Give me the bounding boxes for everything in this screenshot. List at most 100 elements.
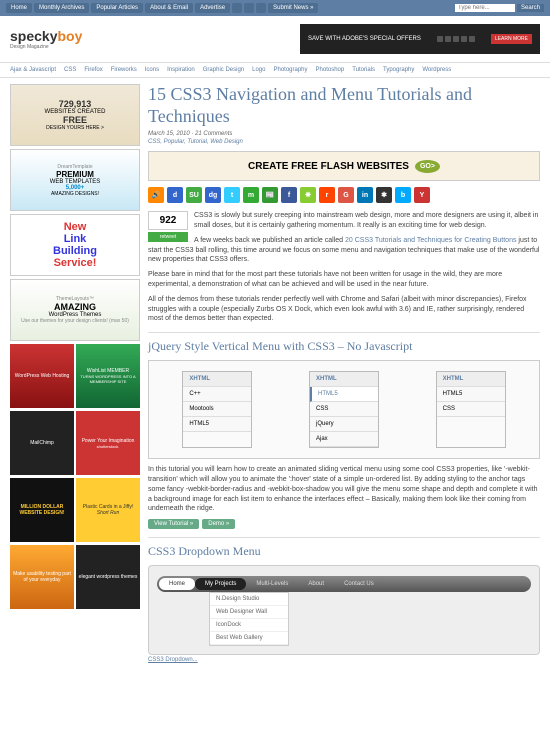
- dd-sub-3[interactable]: Best Web Gallery: [210, 632, 288, 645]
- demo-btn[interactable]: Demo »: [202, 519, 235, 529]
- ad-million[interactable]: MILLION DOLLAR WEBSITE DESIGN!: [10, 478, 74, 542]
- ad-amz-t1: AMAZING: [54, 302, 96, 312]
- nav-photoshop[interactable]: Photoshop: [316, 67, 345, 73]
- vm2-1[interactable]: HTML5: [310, 387, 378, 402]
- vm3-2[interactable]: CSS: [437, 402, 505, 417]
- topnav-popular[interactable]: Popular Articles: [91, 3, 143, 13]
- ad-mailchimp[interactable]: MailChimp: [10, 411, 74, 475]
- vm2-2[interactable]: CSS: [310, 402, 378, 417]
- ad-linkbuild[interactable]: New Link Building Service!: [10, 214, 140, 276]
- share-icon-8[interactable]: ❋: [300, 187, 316, 203]
- nav-graphic[interactable]: Graphic Design: [203, 67, 244, 73]
- ad-link-t1: New: [64, 221, 87, 233]
- nav-icons[interactable]: Icons: [145, 67, 159, 73]
- dd-sub-2[interactable]: IconDock: [210, 619, 288, 632]
- nav-wordpress[interactable]: Wordpress: [422, 67, 451, 73]
- share-icon-10[interactable]: G: [338, 187, 354, 203]
- flash-go: GO>: [415, 160, 440, 173]
- nav-typo[interactable]: Typography: [383, 67, 414, 73]
- h2-jquery: jQuery Style Vertical Menu with CSS3 – N…: [148, 332, 540, 354]
- nav-fireworks[interactable]: Fireworks: [111, 67, 137, 73]
- ad-premium[interactable]: DreamTemplate PREMIUM WEB TEMPLATES 5,00…: [10, 149, 140, 211]
- vm3-1[interactable]: HTML5: [437, 387, 505, 402]
- ad-prem-t1: PREMIUM: [56, 170, 94, 179]
- post-cats[interactable]: CSS, Popular, Tutorial, Web Design: [148, 139, 540, 145]
- topnav-about[interactable]: About & Email: [145, 3, 193, 13]
- share-icon-14[interactable]: Y: [414, 187, 430, 203]
- dd-sub-0[interactable]: N.Design Studio: [210, 593, 288, 606]
- rss-icon[interactable]: [256, 3, 266, 13]
- vm3-0[interactable]: XHTML: [437, 372, 505, 387]
- ad-pl-s: Short Run: [97, 510, 120, 516]
- logo-sub: Design Magazine: [10, 44, 82, 50]
- search-button[interactable]: Search: [517, 4, 544, 12]
- share-icon-6[interactable]: 📰: [262, 187, 278, 203]
- nav-css[interactable]: CSS: [64, 67, 76, 73]
- h2-dropdown: CSS3 Dropdown Menu: [148, 537, 540, 559]
- ad-shutterstock[interactable]: Power Your Imaginationshutterstock.: [76, 411, 140, 475]
- dd-sub-1[interactable]: Web Designer Wall: [210, 606, 288, 619]
- nav-photo[interactable]: Photography: [273, 67, 307, 73]
- vm2-4[interactable]: Ajax: [310, 432, 378, 447]
- ad-usability[interactable]: Make usability testing part of your ever…: [10, 545, 74, 609]
- ad-wishlist[interactable]: WishList MEMBERTURNS WORDPRESS INTO A ME…: [76, 344, 140, 408]
- topbar-right: Search: [455, 4, 544, 12]
- view-tutorial-btn[interactable]: View Tutorial »: [148, 519, 199, 529]
- dd-multi[interactable]: Multi-Levels: [246, 578, 298, 590]
- logo[interactable]: speckyboy Design Magazine: [10, 28, 82, 50]
- ad-elegant[interactable]: elegant wordpress themes: [76, 545, 140, 609]
- share-icon-7[interactable]: f: [281, 187, 297, 203]
- share-icon-3[interactable]: dg: [205, 187, 221, 203]
- vm1-0[interactable]: XHTML: [183, 372, 251, 387]
- dd-projects[interactable]: My Projects: [195, 578, 246, 590]
- ad-amz-t3: Use our themes for your design clients! …: [21, 318, 129, 324]
- nav-firefox[interactable]: Firefox: [84, 67, 102, 73]
- ad-wp-t: WordPress Web Hosting: [15, 373, 70, 379]
- share-icon-11[interactable]: in: [357, 187, 373, 203]
- adobe-banner[interactable]: SAVE WITH ADOBE'S SPECIAL OFFERS LEARN M…: [300, 24, 540, 54]
- dd-caption[interactable]: CSS3 Dropdown...: [148, 657, 540, 663]
- share-icon-2[interactable]: SU: [186, 187, 202, 203]
- para2: A few weeks back we published an article…: [148, 236, 540, 265]
- ad-free-websites[interactable]: 729,913 WEBSITES CREATED FREE DESIGN YOU…: [10, 84, 140, 146]
- share-icon-12[interactable]: ✱: [376, 187, 392, 203]
- share-icon-13[interactable]: b: [395, 187, 411, 203]
- ad-link-t2: Link: [64, 233, 87, 245]
- search-input[interactable]: [455, 4, 515, 12]
- banner-dots: [437, 36, 475, 42]
- retweet-btn: retweet: [148, 232, 188, 242]
- share-icon-1[interactable]: d: [167, 187, 183, 203]
- share-icon-5[interactable]: m: [243, 187, 259, 203]
- topnav-submit[interactable]: Submit News »: [268, 3, 318, 13]
- twitter-icon[interactable]: [232, 3, 242, 13]
- nav-tutorials[interactable]: Tutorials: [352, 67, 375, 73]
- retweet-box[interactable]: 922 retweet: [148, 211, 188, 242]
- nav-logo[interactable]: Logo: [252, 67, 265, 73]
- vm2-0[interactable]: XHTML: [310, 372, 378, 387]
- nav-inspiration[interactable]: Inspiration: [167, 67, 195, 73]
- facebook-icon[interactable]: [244, 3, 254, 13]
- vm2-3[interactable]: jQuery: [310, 417, 378, 432]
- topnav-advertise[interactable]: Advertise: [195, 3, 230, 13]
- nav-ajax[interactable]: Ajax & Javascript: [10, 67, 56, 73]
- ad-wp-hosting[interactable]: WordPress Web Hosting: [10, 344, 74, 408]
- dd-about[interactable]: About: [298, 578, 334, 590]
- topnav-home[interactable]: Home: [6, 3, 32, 13]
- vm1-2[interactable]: Mootools: [183, 402, 251, 417]
- dd-contact[interactable]: Contact Us: [334, 578, 384, 590]
- sidebar: 729,913 WEBSITES CREATED FREE DESIGN YOU…: [10, 84, 140, 663]
- ad-amazing[interactable]: ThemeLayouts™ AMAZING WordPress Themes U…: [10, 279, 140, 341]
- share-icon-9[interactable]: r: [319, 187, 335, 203]
- flash-banner[interactable]: CREATE FREE FLASH WEBSITES GO>: [148, 151, 540, 181]
- para2a: A few weeks back we published an article…: [194, 237, 345, 244]
- share-icon-4[interactable]: t: [224, 187, 240, 203]
- topnav-archives[interactable]: Monthly Archives: [34, 3, 89, 13]
- vm1-1[interactable]: C++: [183, 387, 251, 402]
- para2-link[interactable]: 20 CSS3 Tutorials and Techniques for Cre…: [345, 237, 516, 244]
- header: speckyboy Design Magazine SAVE WITH ADOB…: [0, 16, 550, 62]
- dd-home[interactable]: Home: [159, 578, 195, 590]
- ad-plastic[interactable]: Plastic Cards in a Jiffy!Short Run: [76, 478, 140, 542]
- share-icon-0[interactable]: 🔊: [148, 187, 164, 203]
- vm1-3[interactable]: HTML5: [183, 417, 251, 432]
- ad-mail-t: MailChimp: [30, 440, 54, 446]
